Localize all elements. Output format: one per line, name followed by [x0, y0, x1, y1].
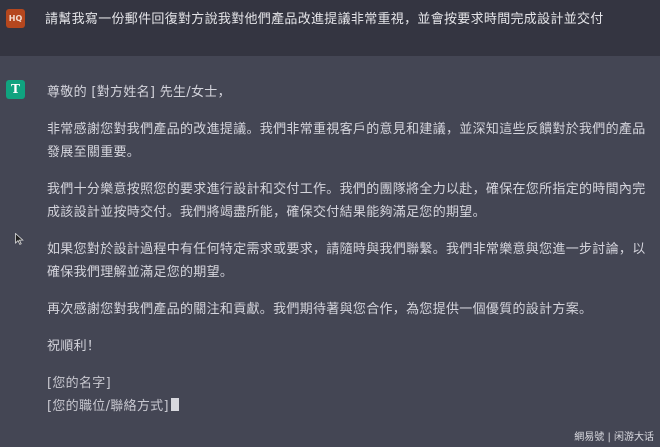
assistant-paragraph: 我們十分樂意按照您的要求進行設計和交付工作。我們的團隊將全力以赴，確保在您所指定… [47, 182, 646, 220]
user-message-text: 請幫我寫一份郵件回復對方說我對他們產品改進提議非常重視，並會按要求時間完成設計並… [45, 12, 604, 27]
assistant-paragraph: 如果您對於設計過程中有任何特定需求或要求，請隨時與我們聯繫。我們非常樂意與您進一… [47, 242, 646, 280]
assistant-paragraph: 非常感謝您對我們產品的改進提議。我們非常重視客戶的意見和建議，並深知這些反饋對於… [47, 122, 646, 160]
signature-name: [您的名字] [47, 372, 647, 395]
signature-title: [您的職位/聯絡方式] [47, 395, 647, 418]
signature-title-text: [您的職位/聯絡方式] [47, 399, 169, 414]
mouse-pointer-icon [15, 233, 24, 245]
typing-cursor-icon [170, 398, 179, 411]
assistant-avatar: T [6, 80, 25, 99]
assistant-paragraph: 再次感謝您對我們產品的關注和貢獻。我們期待著與您合作，為您提供一個優質的設計方案… [47, 302, 593, 317]
watermark: 網易號 | 闲游大话 [574, 432, 654, 443]
assistant-paragraph: 尊敬的 [對方姓名] 先生/女士， [47, 85, 231, 100]
user-avatar: HQ [6, 9, 25, 28]
assistant-paragraph: 祝順利！ [47, 339, 101, 354]
signature-name-text: [您的名字] [47, 376, 111, 391]
chat-window: HQ 請幫我寫一份郵件回復對方說我對他們產品改進提議非常重視，並會按要求時間完成… [0, 0, 660, 447]
assistant-message-body: 尊敬的 [對方姓名] 先生/女士， 非常感謝您對我們產品的改進提議。我們非常重視… [47, 81, 647, 418]
user-message-row: HQ 請幫我寫一份郵件回復對方說我對他們產品改進提議非常重視，並會按要求時間完成… [0, 0, 660, 56]
